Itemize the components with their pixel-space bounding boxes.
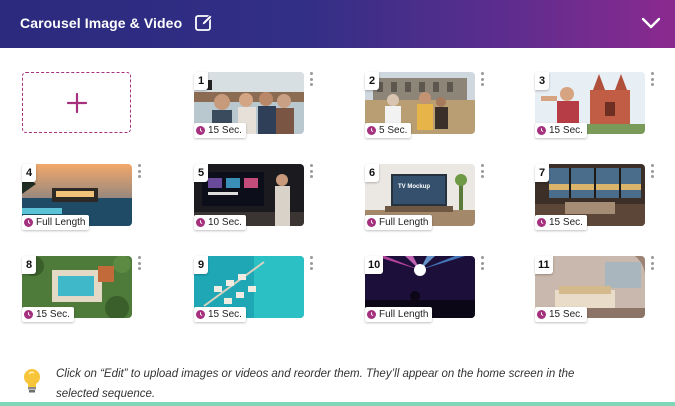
bottom-accent-bar (0, 402, 675, 406)
item-number: 4 (22, 164, 36, 182)
thumbnail-tv-text: TV Mockup (398, 184, 430, 190)
item-menu-button[interactable] (649, 72, 655, 90)
lightbulb-icon (24, 369, 40, 393)
item-menu-button[interactable] (479, 256, 485, 274)
duration-label: Full Length (379, 217, 429, 228)
clock-icon (537, 218, 546, 227)
duration-label: 15 Sec. (549, 309, 583, 320)
clock-icon (367, 218, 376, 227)
clock-icon (196, 218, 205, 227)
duration-label: Full Length (379, 309, 429, 320)
duration-badge: Full Length (22, 215, 90, 230)
carousel-item[interactable]: TV Mockup 6 Full Length (365, 164, 484, 230)
clock-icon (24, 310, 33, 319)
duration-label: 5 Sec. (379, 125, 408, 136)
item-menu-button[interactable] (479, 164, 485, 182)
clock-icon (537, 310, 546, 319)
duration-label: 10 Sec. (208, 217, 242, 228)
duration-badge: 15 Sec. (535, 307, 587, 322)
item-number: 5 (194, 164, 208, 182)
carousel-item[interactable]: 2 5 Sec. (365, 72, 484, 138)
clock-icon (367, 126, 376, 135)
carousel-item[interactable]: 4 Full Length (22, 164, 141, 230)
duration-badge: Full Length (365, 215, 433, 230)
clock-icon (196, 126, 205, 135)
item-number: 6 (365, 164, 379, 182)
item-menu-button[interactable] (308, 256, 314, 274)
item-menu-button[interactable] (649, 256, 655, 274)
item-number: 7 (535, 164, 549, 182)
carousel-item[interactable]: 7 15 Sec. (535, 164, 654, 230)
clock-icon (24, 218, 33, 227)
edit-icon (195, 14, 213, 31)
item-menu-button[interactable] (136, 256, 142, 274)
plus-icon (66, 92, 87, 113)
header-title: Carousel Image & Video (20, 15, 183, 31)
carousel-item[interactable]: 10 Full Length (365, 256, 484, 322)
carousel-item[interactable]: 1 15 Sec. (194, 72, 313, 138)
duration-badge: 15 Sec. (194, 123, 246, 138)
duration-badge: 15 Sec. (22, 307, 74, 322)
clock-icon (367, 310, 376, 319)
item-number: 10 (365, 256, 384, 274)
item-menu-button[interactable] (308, 72, 314, 90)
item-number: 11 (535, 256, 553, 274)
item-number: 8 (22, 256, 36, 274)
duration-badge: 10 Sec. (194, 215, 246, 230)
carousel-item[interactable]: 5 10 Sec. (194, 164, 313, 230)
duration-label: Full Length (36, 217, 86, 228)
carousel-item[interactable]: 9 15 Sec. (194, 256, 313, 322)
item-number: 3 (535, 72, 549, 90)
duration-badge: Full Length (365, 307, 433, 322)
carousel-header: Carousel Image & Video (0, 0, 675, 48)
duration-label: 15 Sec. (208, 125, 242, 136)
duration-badge: 15 Sec. (535, 215, 587, 230)
duration-label: 15 Sec. (36, 309, 70, 320)
duration-badge: 15 Sec. (535, 123, 587, 138)
add-media-button[interactable] (22, 72, 131, 133)
carousel-item[interactable]: 11 15 Sec. (535, 256, 654, 322)
duration-badge: 15 Sec. (194, 307, 246, 322)
clock-icon (537, 126, 546, 135)
item-menu-button[interactable] (136, 164, 142, 182)
duration-badge: 5 Sec. (365, 123, 412, 138)
carousel-item[interactable]: 3 15 Sec. (535, 72, 654, 138)
hint-text: Click on “Edit” to upload images or vide… (56, 368, 575, 400)
item-number: 9 (194, 256, 208, 274)
duration-label: 15 Sec. (549, 217, 583, 228)
duration-label: 15 Sec. (549, 125, 583, 136)
item-menu-button[interactable] (308, 164, 314, 182)
item-number: 1 (194, 72, 208, 90)
item-menu-button[interactable] (649, 164, 655, 182)
collapse-button[interactable] (640, 12, 662, 34)
edit-button[interactable] (194, 13, 214, 33)
carousel-item[interactable]: 8 15 Sec. (22, 256, 141, 322)
chevron-down-icon (641, 17, 661, 29)
hint-section: Click on “Edit” to upload images or vide… (22, 364, 642, 404)
item-number: 2 (365, 72, 379, 90)
clock-icon (196, 310, 205, 319)
duration-label: 15 Sec. (208, 309, 242, 320)
item-menu-button[interactable] (479, 72, 485, 90)
